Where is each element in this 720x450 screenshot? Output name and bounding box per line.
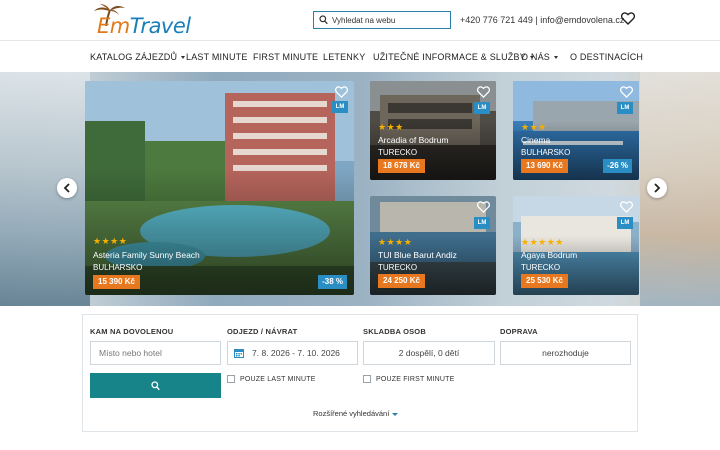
destination-label: KAM NA DOVOLENOU bbox=[90, 327, 174, 336]
hotel-card-agaya[interactable]: LM ★★★★★ Agaya Bodrum TURECKO 25 530 Kč bbox=[513, 196, 639, 295]
chevron-down-icon bbox=[392, 412, 399, 416]
hotel-country: TURECKO bbox=[378, 148, 418, 157]
price-tag: 24 250 Kč bbox=[378, 274, 425, 288]
dates-field[interactable]: 7. 8. 2026 - 7. 10. 2026 bbox=[227, 341, 358, 365]
persons-select[interactable]: 2 dospělí, 0 dětí bbox=[363, 341, 495, 365]
checkbox-box[interactable] bbox=[363, 375, 371, 383]
transport-select[interactable]: nerozhoduje bbox=[500, 341, 631, 365]
last-minute-badge: LM bbox=[617, 217, 633, 229]
destination-input[interactable] bbox=[91, 342, 220, 364]
site-header: EmTravel +420 776 721 449 | info@emdovol… bbox=[0, 0, 720, 40]
hotel-card-asteria[interactable]: LM ★★★★ Asteria Family Sunny Beach BULHA… bbox=[85, 81, 354, 295]
hotel-name: TUI Blue Barut Andiz bbox=[378, 250, 457, 260]
hotel-country: BULHARSKO bbox=[93, 263, 143, 272]
hero-carousel: LM ★★★★ Asteria Family Sunny Beach BULHA… bbox=[0, 72, 720, 306]
price-tag: 25 530 Kč bbox=[521, 274, 568, 288]
price-tag: 18 678 Kč bbox=[378, 159, 425, 173]
search-icon bbox=[151, 380, 160, 390]
last-minute-badge: LM bbox=[332, 101, 348, 113]
star-rating: ★★★★ bbox=[378, 237, 413, 247]
persons-value: 2 dospělí, 0 dětí bbox=[398, 348, 460, 358]
hotel-card-tui-blue[interactable]: LM ★★★★ TUI Blue Barut Andiz TURECKO 24 … bbox=[370, 196, 496, 295]
carousel-next-button[interactable] bbox=[647, 178, 667, 198]
heart-icon[interactable] bbox=[621, 12, 635, 25]
hotel-card-cinema[interactable]: LM ★★★ Cinema BULHARSKO 13 690 Kč -26 % bbox=[513, 81, 639, 180]
chevron-right-icon bbox=[654, 183, 661, 193]
heart-icon[interactable] bbox=[620, 201, 633, 213]
hotel-country: BULHARSKO bbox=[521, 148, 571, 157]
last-minute-badge: LM bbox=[617, 102, 633, 114]
star-rating: ★★★★ bbox=[93, 236, 128, 246]
heart-icon[interactable] bbox=[335, 86, 348, 98]
discount-badge: -38 % bbox=[318, 275, 347, 289]
heart-icon[interactable] bbox=[477, 86, 490, 98]
contact-separator: | bbox=[535, 15, 538, 25]
last-minute-checkbox[interactable]: POUZE LAST MINUTE bbox=[227, 375, 316, 383]
hotel-country: TURECKO bbox=[378, 263, 418, 272]
star-rating: ★★★ bbox=[521, 122, 547, 132]
main-navigation: KATALOG ZÁJEZDŮ LAST MINUTE FIRST MINUTE… bbox=[0, 40, 720, 72]
hotel-country: TURECKO bbox=[521, 263, 561, 272]
transport-label: DOPRAVA bbox=[500, 327, 538, 336]
logo[interactable]: EmTravel bbox=[97, 14, 191, 38]
discount-badge: -26 % bbox=[603, 159, 632, 173]
destination-field[interactable] bbox=[90, 341, 221, 365]
email-link[interactable]: info@emdovolena.cz bbox=[540, 15, 624, 25]
nav-item-letenky[interactable]: LETENKY bbox=[323, 52, 365, 62]
chevron-down-icon bbox=[554, 56, 559, 60]
site-search-field[interactable] bbox=[313, 11, 451, 29]
chevron-down-icon bbox=[181, 56, 186, 60]
last-minute-checkbox-label: POUZE LAST MINUTE bbox=[240, 375, 316, 383]
trip-search-panel: KAM NA DOVOLENOU ODJEZD / NÁVRAT 7. 8. 2… bbox=[82, 314, 638, 432]
search-submit-button[interactable] bbox=[90, 373, 221, 398]
chevron-left-icon bbox=[63, 183, 70, 193]
dates-value: 7. 8. 2026 - 7. 10. 2026 bbox=[252, 348, 340, 358]
price-tag: 15 390 Kč bbox=[93, 275, 140, 289]
star-rating: ★★★ bbox=[378, 122, 404, 132]
checkbox-box[interactable] bbox=[227, 375, 235, 383]
hotel-card-arcadia[interactable]: LM ★★★ Arcadia of Bodrum TURECKO 18 678 … bbox=[370, 81, 496, 180]
heart-icon[interactable] bbox=[477, 201, 490, 213]
first-minute-checkbox[interactable]: POUZE FIRST MINUTE bbox=[363, 375, 455, 383]
phone-number[interactable]: +420 776 721 449 bbox=[460, 15, 533, 25]
star-rating: ★★★★★ bbox=[521, 237, 564, 247]
site-search-input[interactable] bbox=[332, 13, 448, 27]
persons-label: SKLADBA OSOB bbox=[363, 327, 426, 336]
hotel-name: Arcadia of Bodrum bbox=[378, 135, 449, 145]
nav-item-o-destinacich[interactable]: O DESTINACÍCH bbox=[570, 52, 643, 62]
nav-item-informace[interactable]: UŽITEČNÉ INFORMACE & SLUŽBY bbox=[373, 52, 534, 62]
nav-item-first-minute[interactable]: FIRST MINUTE bbox=[253, 52, 318, 62]
dates-label: ODJEZD / NÁVRAT bbox=[227, 327, 298, 336]
hotel-name: Asteria Family Sunny Beach bbox=[93, 250, 200, 260]
first-minute-checkbox-label: POUZE FIRST MINUTE bbox=[376, 375, 455, 383]
nav-item-last-minute[interactable]: LAST MINUTE bbox=[186, 52, 248, 62]
nav-item-katalog[interactable]: KATALOG ZÁJEZDŮ bbox=[90, 52, 186, 62]
carousel-prev-button[interactable] bbox=[57, 178, 77, 198]
last-minute-badge: LM bbox=[474, 217, 490, 229]
hotel-name: Agaya Bodrum bbox=[521, 250, 578, 260]
hotel-name: Cinema bbox=[521, 135, 551, 145]
last-minute-badge: LM bbox=[474, 102, 490, 114]
nav-item-o-nas[interactable]: O NÁS bbox=[521, 52, 559, 62]
calendar-icon bbox=[234, 349, 244, 358]
advanced-search-link[interactable]: Rozšířené vyhledávání bbox=[313, 409, 399, 418]
contact-info: +420 776 721 449 | info@emdovolena.cz bbox=[460, 15, 624, 25]
price-tag: 13 690 Kč bbox=[521, 159, 568, 173]
transport-value: nerozhoduje bbox=[542, 348, 589, 358]
heart-icon[interactable] bbox=[620, 86, 633, 98]
search-icon[interactable] bbox=[319, 15, 328, 25]
